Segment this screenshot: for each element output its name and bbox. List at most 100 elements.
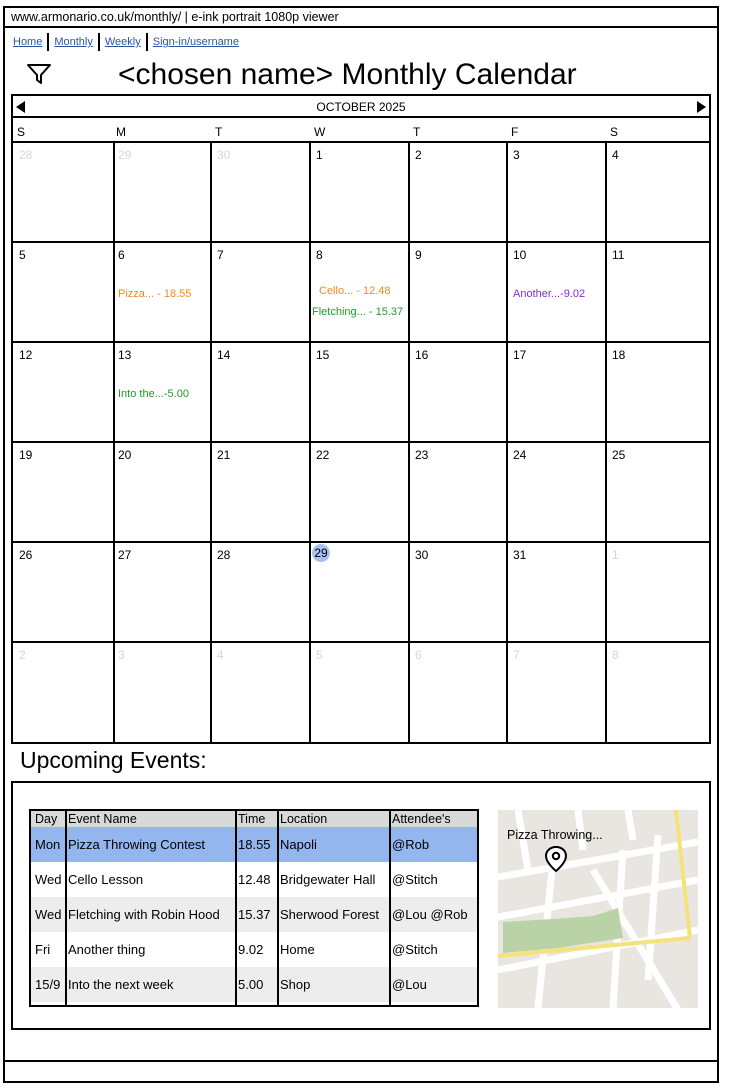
- calendar-day-cell[interactable]: 10 Another...-9.02: [507, 243, 607, 343]
- column-divider: [277, 811, 279, 1005]
- calendar-day-cell[interactable]: 11: [606, 243, 709, 343]
- calendar-day-cell[interactable]: 28: [13, 143, 115, 243]
- column-header[interactable]: Day: [31, 811, 66, 827]
- date-number: 8: [316, 248, 323, 262]
- date-number: 5: [19, 248, 26, 262]
- calendar-day-cell[interactable]: 30: [211, 143, 311, 243]
- date-number: 22: [316, 448, 330, 462]
- date-number: 24: [513, 448, 527, 462]
- calendar-day-cell[interactable]: 23: [409, 443, 508, 543]
- date-number: 7: [217, 248, 224, 262]
- filter-icon[interactable]: [26, 63, 52, 85]
- calendar-day-cell[interactable]: 6 Pizza... - 18.55: [112, 243, 212, 343]
- column-header[interactable]: Event Name: [66, 811, 236, 827]
- table-cell-event: Cello Lesson: [68, 872, 144, 887]
- month-navigator: OCTOBER 2025: [13, 96, 709, 118]
- date-number: 1: [612, 548, 619, 562]
- calendar-day-cell[interactable]: 1: [310, 143, 410, 243]
- calendar-day-cell[interactable]: 3: [507, 143, 607, 243]
- calendar-day-cell[interactable]: 24: [507, 443, 607, 543]
- calendar-day-cell[interactable]: 8: [606, 643, 709, 742]
- calendar-day-cell[interactable]: 2: [409, 143, 508, 243]
- date-number: 28: [217, 548, 231, 562]
- date-number: 28: [19, 148, 33, 162]
- calendar-day-cell[interactable]: 7: [507, 643, 607, 742]
- calendar-day-cell[interactable]: 1: [606, 543, 709, 643]
- calendar-event[interactable]: Fletching... - 15.37: [312, 306, 403, 318]
- calendar-day-cell[interactable]: 29: [310, 543, 410, 643]
- column-header[interactable]: Location: [278, 811, 390, 827]
- table-cell-attendees: @Lou @Rob: [392, 907, 468, 922]
- nav-sign-in[interactable]: Sign-in/username: [148, 34, 244, 50]
- calendar-day-cell[interactable]: 6: [409, 643, 508, 742]
- table-header-row: Day Event Name Time Location Attendee's: [31, 811, 477, 827]
- calendar-day-cell[interactable]: 22: [310, 443, 410, 543]
- calendar-event[interactable]: Another...-9.02: [513, 288, 585, 300]
- calendar-event[interactable]: Cello... - 12.48: [319, 285, 391, 297]
- calendar-day-cell[interactable]: 3: [112, 643, 212, 742]
- calendar-day-cell[interactable]: 5: [310, 643, 410, 742]
- calendar-day-cell[interactable]: 28: [211, 543, 311, 643]
- month-label: OCTOBER 2025: [316, 100, 406, 114]
- calendar-day-cell[interactable]: 7: [211, 243, 311, 343]
- calendar-day-cell[interactable]: 15: [310, 343, 410, 443]
- calendar-day-cell[interactable]: 16: [409, 343, 508, 443]
- footer-divider: [3, 1060, 719, 1062]
- table-row[interactable]: 15/9 Into the next week 5.00 Shop @Lou: [31, 967, 477, 1002]
- table-row[interactable]: Wed Fletching with Robin Hood 15.37 Sherwoo…: [31, 897, 477, 932]
- calendar-day-cell[interactable]: 12: [13, 343, 115, 443]
- calendar-event[interactable]: Pizza... - 18.55: [118, 288, 191, 300]
- calendar-day-cell[interactable]: 19: [13, 443, 115, 543]
- calendar-day-cell[interactable]: 4: [211, 643, 311, 742]
- calendar-event[interactable]: Into the...-5.00: [118, 388, 189, 400]
- date-number: 30: [415, 548, 429, 562]
- calendar-day-cell[interactable]: 26: [13, 543, 115, 643]
- table-row[interactable]: Mon Pizza Throwing Contest 18.55 Napoli @Rob: [31, 827, 477, 862]
- date-number: 3: [118, 648, 125, 662]
- table-cell-location: Bridgewater Hall: [280, 872, 376, 887]
- calendar-day-cell[interactable]: 25: [606, 443, 709, 543]
- calendar-day-cell[interactable]: 17: [507, 343, 607, 443]
- calendar-day-cell[interactable]: 21: [211, 443, 311, 543]
- date-number: 29: [118, 148, 132, 162]
- calendar-day-cell[interactable]: 13 Into the...-5.00: [112, 343, 212, 443]
- calendar-day-cell[interactable]: 18: [606, 343, 709, 443]
- weekday-label: W: [314, 125, 326, 139]
- calendar-day-cell[interactable]: 5: [13, 243, 115, 343]
- table-row[interactable]: Fri Another thing 9.02 Home @Stitch: [31, 932, 477, 967]
- table-cell-time: 9.02: [238, 942, 264, 957]
- nav-home[interactable]: Home: [8, 34, 47, 50]
- table-cell-event: Pizza Throwing Contest: [68, 837, 206, 852]
- column-header[interactable]: Time: [236, 811, 278, 827]
- table-cell-day: Wed: [35, 872, 62, 887]
- table-cell-time: 5.00: [238, 977, 264, 992]
- date-number: 7: [513, 648, 520, 662]
- date-number: 15: [316, 348, 330, 362]
- weekday-label: F: [511, 125, 519, 139]
- calendar-day-cell[interactable]: 2: [13, 643, 115, 742]
- calendar-day-cell[interactable]: 9: [409, 243, 508, 343]
- date-number: 12: [19, 348, 33, 362]
- calendar-day-cell[interactable]: 31: [507, 543, 607, 643]
- map-location-label: Pizza Throwing...: [507, 828, 603, 842]
- table-row[interactable]: Wed Cello Lesson 12.48 Bridgewater Hall @Sti…: [31, 862, 477, 897]
- nav-weekly[interactable]: Weekly: [100, 34, 146, 50]
- date-number: 19: [19, 448, 33, 462]
- calendar-day-cell[interactable]: 20: [112, 443, 212, 543]
- upcoming-events-table: Day Event Name Time Location Attendee's Mon Pi…: [29, 809, 479, 1007]
- calendar-day-cell[interactable]: 27: [112, 543, 212, 643]
- table-cell-location: Shop: [280, 977, 311, 992]
- date-number: 27: [118, 548, 132, 562]
- next-month-arrow-icon[interactable]: [697, 101, 706, 113]
- calendar-day-cell[interactable]: 8 Cello... - 12.48 Fletching... - 15.37: [310, 243, 410, 343]
- calendar-day-cell[interactable]: 14: [211, 343, 311, 443]
- calendar-day-cell[interactable]: 30: [409, 543, 508, 643]
- calendar-day-cell[interactable]: 4: [606, 143, 709, 243]
- column-header[interactable]: Attendee's: [390, 811, 477, 827]
- weekday-label: T: [413, 125, 421, 139]
- calendar-day-cell[interactable]: 29: [112, 143, 212, 243]
- date-number: 31: [513, 548, 527, 562]
- nav-monthly[interactable]: Monthly: [49, 34, 98, 50]
- event-map[interactable]: Pizza Throwing...: [498, 810, 698, 1008]
- address-bar[interactable]: www.armonario.co.uk/monthly/ | e-ink por…: [3, 6, 719, 28]
